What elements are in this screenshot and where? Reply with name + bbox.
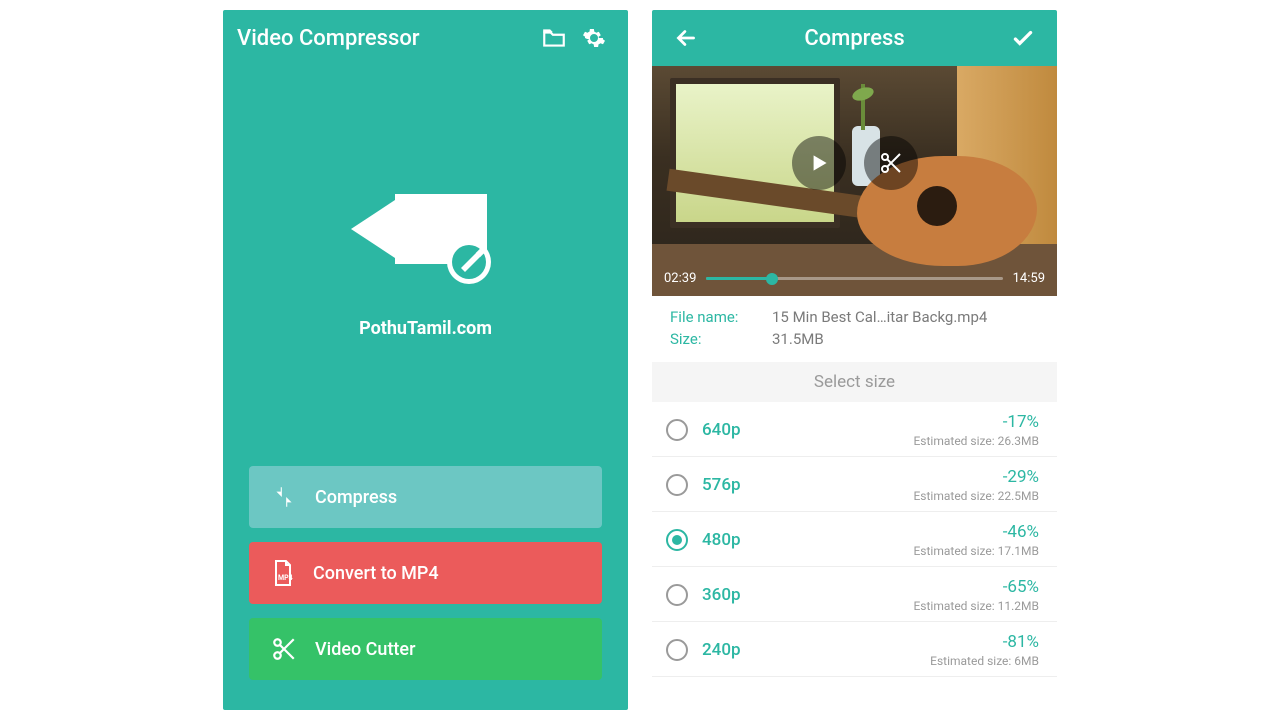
size-estimate: Estimated size: 6MB <box>930 654 1039 668</box>
folder-icon <box>541 25 567 51</box>
confirm-button[interactable] <box>1003 18 1043 58</box>
size-estimate: Estimated size: 11.2MB <box>913 599 1039 613</box>
play-button[interactable] <box>792 136 846 190</box>
trim-button[interactable] <box>864 136 918 190</box>
size-percent: -65% <box>913 577 1039 597</box>
size-name: 240p <box>702 640 741 660</box>
radio-icon <box>666 584 688 606</box>
file-meta: File name: 15 Min Best Cal…itar Backg.mp… <box>652 296 1057 362</box>
app-logo-icon <box>351 180 501 290</box>
radio-icon <box>666 639 688 661</box>
convert-button[interactable]: MP4 Convert to MP4 <box>249 542 602 604</box>
meta-size-row: Size: 31.5MB <box>670 330 1039 348</box>
radio-icon <box>666 474 688 496</box>
video-preview[interactable]: 02:39 14:59 <box>652 66 1057 296</box>
seek-fill <box>706 277 771 280</box>
size-estimate: Estimated size: 17.1MB <box>913 544 1039 558</box>
compress-screen: Compress 02:39 <box>652 10 1057 710</box>
detail-topbar: Compress <box>652 10 1057 66</box>
size-percent: -29% <box>913 467 1039 487</box>
scissors-icon <box>879 151 903 175</box>
play-icon <box>806 150 832 176</box>
meta-filename-row: File name: 15 Min Best Cal…itar Backg.mp… <box>670 308 1039 326</box>
size-right: -29% Estimated size: 22.5MB <box>913 467 1039 503</box>
filename-value: 15 Min Best Cal…itar Backg.mp4 <box>772 308 987 326</box>
size-option-576p[interactable]: 576p -29% Estimated size: 22.5MB <box>652 457 1057 512</box>
svg-text:MP4: MP4 <box>278 574 293 582</box>
size-label: Size: <box>670 330 758 348</box>
size-estimate: Estimated size: 22.5MB <box>913 489 1039 503</box>
size-list: 640p -17% Estimated size: 26.3MB 576p -29% Es… <box>652 402 1057 710</box>
seek-bar[interactable] <box>706 277 1002 280</box>
time-elapsed: 02:39 <box>664 271 696 286</box>
time-total: 14:59 <box>1013 271 1045 286</box>
folder-button[interactable] <box>534 18 574 58</box>
scene-guitar-hole <box>917 186 957 226</box>
compress-icon <box>271 484 297 510</box>
size-percent: -17% <box>913 412 1039 432</box>
seek-knob[interactable] <box>766 273 778 285</box>
video-progress: 02:39 14:59 <box>664 271 1045 286</box>
size-option-360p[interactable]: 360p -65% Estimated size: 11.2MB <box>652 567 1057 622</box>
compress-label: Compress <box>315 487 397 508</box>
size-right: -46% Estimated size: 17.1MB <box>913 522 1039 558</box>
scissors-icon <box>271 636 297 662</box>
size-value: 31.5MB <box>772 330 824 348</box>
size-name: 360p <box>702 585 741 605</box>
filename-label: File name: <box>670 308 758 326</box>
mp4-file-icon: MP4 <box>271 559 295 587</box>
home-screen: Video Compressor PothuTamil.com <box>223 10 628 710</box>
video-cutter-button[interactable]: Video Cutter <box>249 618 602 680</box>
size-right: -17% Estimated size: 26.3MB <box>913 412 1039 448</box>
size-percent: -81% <box>930 632 1039 652</box>
size-right: -81% Estimated size: 6MB <box>930 632 1039 668</box>
back-arrow-icon <box>673 25 699 51</box>
video-cutter-label: Video Cutter <box>315 639 415 660</box>
app-title: Video Compressor <box>237 26 534 51</box>
radio-icon <box>666 529 688 551</box>
size-name: 640p <box>702 420 741 440</box>
tagline-text: PothuTamil.com <box>359 318 492 339</box>
radio-icon <box>666 419 688 441</box>
size-option-240p[interactable]: 240p -81% Estimated size: 6MB <box>652 622 1057 677</box>
home-body: PothuTamil.com Compress MP4 Convert to M… <box>223 66 628 710</box>
select-size-header: Select size <box>652 362 1057 402</box>
size-name: 480p <box>702 530 741 550</box>
video-overlay-controls <box>792 136 918 190</box>
home-topbar: Video Compressor <box>223 10 628 66</box>
detail-title: Compress <box>706 26 1003 51</box>
size-estimate: Estimated size: 26.3MB <box>913 434 1039 448</box>
back-button[interactable] <box>666 18 706 58</box>
check-icon <box>1010 25 1036 51</box>
size-percent: -46% <box>913 522 1039 542</box>
size-right: -65% Estimated size: 11.2MB <box>913 577 1039 613</box>
app-logo-block: PothuTamil.com <box>351 66 501 452</box>
size-option-480p[interactable]: 480p -46% Estimated size: 17.1MB <box>652 512 1057 567</box>
compress-button[interactable]: Compress <box>249 466 602 528</box>
convert-label: Convert to MP4 <box>313 563 439 584</box>
settings-button[interactable] <box>574 18 614 58</box>
gear-icon <box>582 26 606 50</box>
size-option-640p[interactable]: 640p -17% Estimated size: 26.3MB <box>652 402 1057 457</box>
size-name: 576p <box>702 475 741 495</box>
